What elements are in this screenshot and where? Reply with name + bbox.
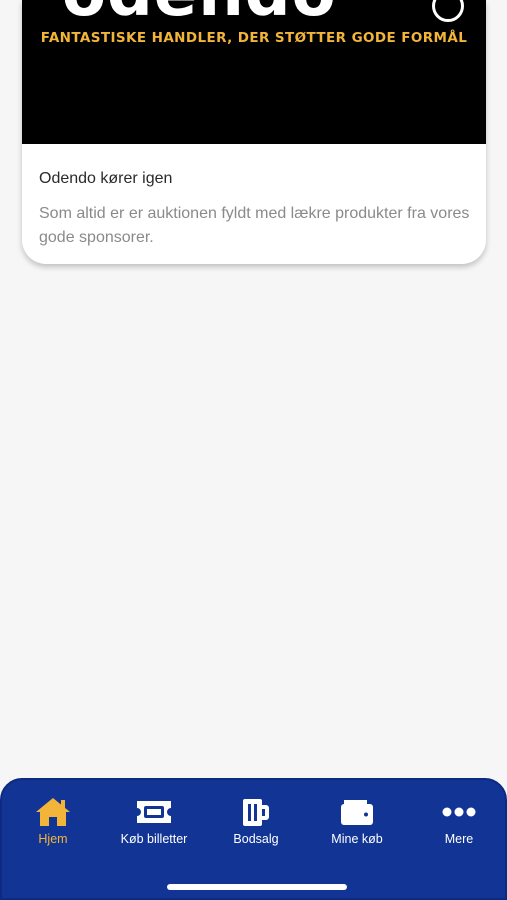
tab-label: Mere bbox=[444, 832, 474, 846]
ticket-icon bbox=[104, 796, 204, 828]
more-icon bbox=[409, 796, 507, 828]
news-card[interactable]: odendo FANTASTISKE HANDLER, DER STØTTER … bbox=[22, 0, 486, 264]
tab-label: Mine køb bbox=[331, 832, 383, 846]
tab-label: Køb billetter bbox=[120, 832, 188, 846]
tab-label: Hjem bbox=[38, 832, 68, 846]
registered-mark-icon bbox=[432, 0, 464, 22]
tab-mere[interactable]: Mere bbox=[409, 796, 507, 846]
bottom-tab-bar: Hjem Køb billetter Bodsalg Mine køb Mere bbox=[0, 778, 507, 900]
odendo-logo: odendo bbox=[62, 0, 337, 26]
tab-mine-koeb[interactable]: Mine køb bbox=[307, 796, 407, 846]
news-card-text: Som altid er er auktionen fyldt med lækr… bbox=[39, 205, 470, 246]
news-card-title: Odendo kører igen bbox=[39, 170, 173, 187]
beer-mug-icon bbox=[206, 796, 306, 828]
banner-tagline: FANTASTISKE HANDLER, DER STØTTER GODE FO… bbox=[40, 30, 468, 46]
tab-label: Bodsalg bbox=[233, 832, 279, 846]
tab-bodsalg[interactable]: Bodsalg bbox=[206, 796, 306, 846]
news-banner-image: odendo FANTASTISKE HANDLER, DER STØTTER … bbox=[22, 0, 486, 144]
home-indicator[interactable] bbox=[167, 884, 347, 890]
tab-koeb-billetter[interactable]: Køb billetter bbox=[104, 796, 204, 846]
home-icon bbox=[3, 796, 103, 828]
tab-hjem[interactable]: Hjem bbox=[3, 796, 103, 846]
wallet-icon bbox=[307, 796, 407, 828]
